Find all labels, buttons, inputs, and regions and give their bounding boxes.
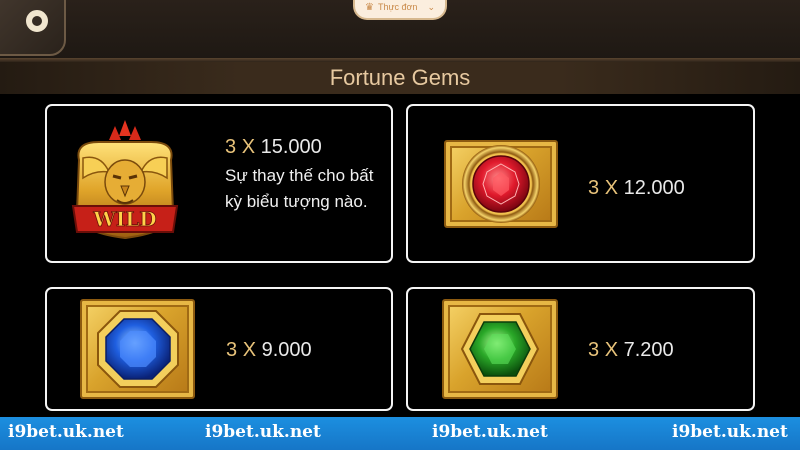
paytable-card-red-gem: 3 X 12.000	[406, 104, 755, 263]
wild-description: Sự thay thế cho bất kỳ biểu tượng nào.	[225, 166, 374, 211]
payout-value: 3 X 7.200	[588, 339, 674, 361]
menu-button[interactable]: ♛ Thực đơn ⌄	[353, 0, 447, 20]
wild-symbol-icon: WILD	[71, 120, 179, 240]
back-icon	[26, 10, 48, 32]
wild-label: WILD	[92, 207, 156, 231]
paytable-card-wild: WILD 3 X 15.000 Sự thay thế cho bất kỳ b…	[45, 104, 393, 263]
green-gem-tile	[442, 299, 558, 399]
watermark-bar: i9bet.uk.net i9bet.uk.net i9bet.uk.net i…	[0, 417, 800, 450]
payout-value: 3 X 15.000	[225, 136, 322, 158]
watermark-text: i9bet.uk.net	[432, 422, 548, 442]
payout-value: 3 X 12.000	[588, 177, 685, 199]
menu-label: Thực đơn	[377, 2, 418, 12]
paytable-card-green-gem: 3 X 7.200	[406, 287, 755, 411]
watermark-text: i9bet.uk.net	[672, 422, 788, 442]
red-gem-icon	[472, 155, 530, 213]
watermark-text: i9bet.uk.net	[8, 422, 124, 442]
watermark-text: i9bet.uk.net	[205, 422, 321, 442]
green-gem-icon	[460, 313, 540, 385]
paytable-card-blue-gem: 3 X 9.000	[45, 287, 393, 411]
back-button[interactable]	[0, 0, 66, 56]
page-title: Fortune Gems	[0, 62, 800, 94]
crown-icon: ♛	[365, 1, 374, 13]
red-gem-tile	[444, 140, 558, 228]
chevron-down-icon: ⌄	[427, 1, 435, 12]
blue-gem-icon	[96, 310, 179, 388]
blue-gem-tile	[80, 299, 195, 399]
payout-value: 3 X 9.000	[226, 339, 312, 361]
